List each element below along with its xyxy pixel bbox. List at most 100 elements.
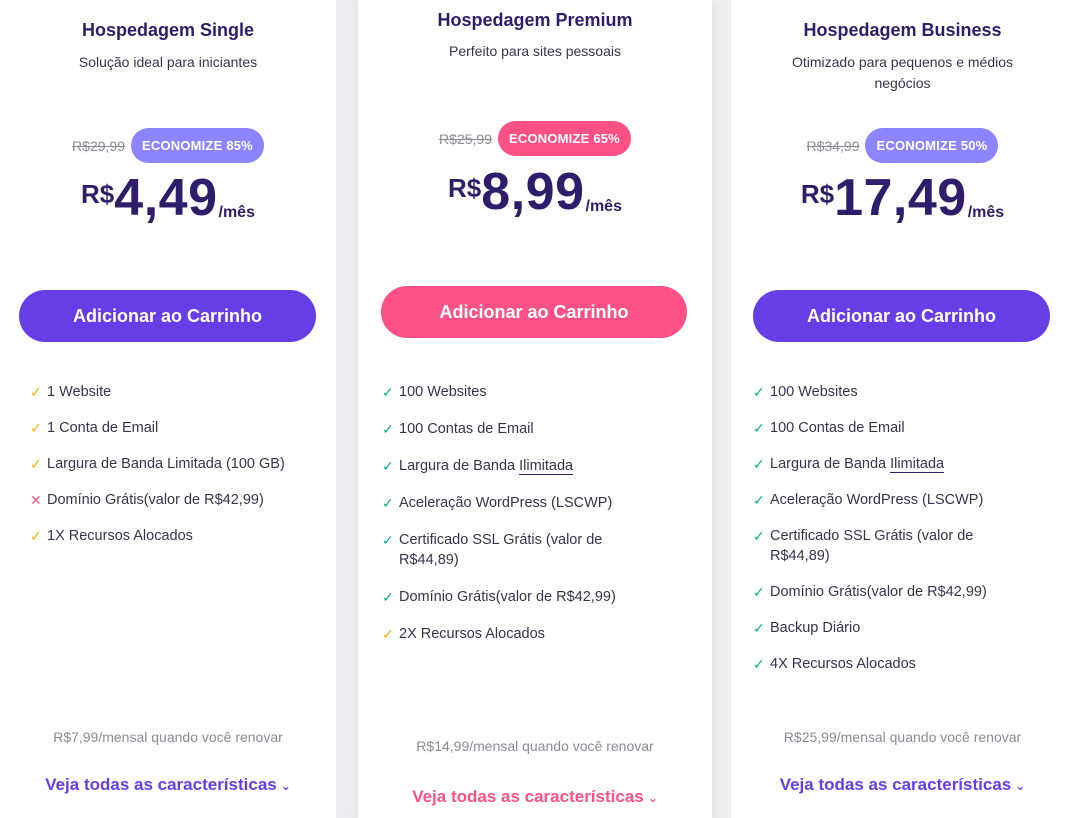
check-icon: ✓	[30, 456, 42, 472]
chevron-down-icon: ⌄	[647, 791, 658, 805]
price-period: /mês	[585, 198, 622, 215]
feature-text: Domínio Grátis(valor de R$42,99)	[399, 589, 616, 605]
price: R$ 8,99 /mês	[358, 166, 712, 218]
feature-item: ✓ 100 Websites	[753, 382, 1053, 402]
discount-row: R$29,99 ECONOMIZE 85%	[0, 128, 336, 163]
check-icon: ✓	[30, 420, 42, 436]
feature-text: 4X Recursos Alocados	[770, 656, 916, 672]
check-icon: ✓	[30, 384, 42, 400]
plan-subtitle: Solução ideal para iniciantes	[78, 54, 258, 70]
feature-item: ✕ Domínio Grátis(valor de R$42,99)	[30, 490, 325, 510]
feature-item: ✓ Largura de Banda Ilimitada	[753, 454, 1053, 474]
discount-row: R$34,99 ECONOMIZE 50%	[731, 128, 1074, 163]
discount-badge: ECONOMIZE 85%	[130, 128, 264, 163]
feature-item: ✓ 100 Contas de Email	[382, 419, 692, 439]
check-icon: ✓	[753, 456, 765, 472]
feature-item: ✓ Largura de Banda Limitada (100 GB)	[30, 454, 325, 474]
feature-text: Aceleração WordPress (LSCWP)	[399, 495, 613, 511]
see-all-features-link[interactable]: Veja todas as características ⌄	[731, 775, 1074, 795]
price-period: /mês	[218, 204, 255, 221]
feature-item: ✓ Backup Diário	[753, 618, 1053, 638]
check-icon: ✓	[30, 528, 42, 544]
feature-list: ✓ 1 Website ✓ 1 Conta de Email ✓ Largura de…	[30, 382, 325, 546]
plan-title: Hospedagem Premium	[437, 10, 633, 30]
feature-item: ✓ Aceleração WordPress (LSCWP)	[382, 493, 692, 513]
price: R$ 4,49 /mês	[0, 172, 336, 224]
feature-text-prefix: Largura de Banda	[770, 456, 891, 472]
feature-item: ✓ 1X Recursos Alocados	[30, 526, 325, 546]
add-to-cart-button[interactable]: Adicionar ao Carrinho	[753, 290, 1050, 342]
feature-list: ✓ 100 Websites ✓ 100 Contas de Email ✓ Larg…	[382, 382, 692, 644]
feature-text: Largura de Banda Ilimitada	[770, 454, 945, 474]
feature-text: Aceleração WordPress (LSCWP)	[770, 492, 984, 508]
discount-badge: ECONOMIZE 50%	[865, 128, 999, 163]
check-icon: ✓	[753, 384, 765, 400]
feature-item: ✓ 100 Contas de Email	[753, 418, 1053, 438]
check-icon: ✓	[753, 620, 765, 636]
plan-subtitle: Perfeito para sites pessoais	[449, 43, 621, 59]
price-currency: R$	[81, 179, 115, 209]
feature-text: Domínio Grátis(valor de R$42,99)	[47, 492, 264, 508]
feature-item: ✓ Certificado SSL Grátis (valor de R$44,8…	[753, 526, 1003, 566]
check-icon: ✓	[753, 420, 765, 436]
feature-item: ✓ Largura de Banda Ilimitada	[382, 456, 692, 476]
renewal-price: R$7,99/mensal quando você renovar	[53, 729, 283, 745]
check-icon: ✓	[753, 584, 765, 600]
plan-title: Hospedagem Business	[803, 20, 1002, 40]
feature-item: ✓ 1 Conta de Email	[30, 418, 325, 438]
chevron-down-icon: ⌄	[1015, 779, 1026, 793]
renewal-price: R$25,99/mensal quando você renovar	[783, 729, 1022, 745]
feature-text: 100 Contas de Email	[399, 421, 534, 437]
see-all-features-link[interactable]: Veja todas as características ⌄	[0, 775, 336, 795]
feature-list: ✓ 100 Websites ✓ 100 Contas de Email ✓ Larg…	[753, 382, 1053, 674]
add-to-cart-button[interactable]: Adicionar ao Carrinho	[381, 286, 687, 338]
discount-row: R$25,99 ECONOMIZE 65%	[358, 121, 712, 156]
price-amount: 8,99	[481, 163, 585, 221]
plan-card-premium: Hospedagem Premium Perfeito para sites p…	[358, 0, 712, 818]
add-to-cart-button[interactable]: Adicionar ao Carrinho	[19, 290, 316, 342]
feature-text: 100 Contas de Email	[770, 420, 905, 436]
check-icon: ✓	[382, 532, 394, 548]
check-icon: ✓	[382, 458, 394, 474]
feature-item: ✓ 100 Websites	[382, 382, 692, 402]
see-all-label: Veja todas as características	[779, 775, 1012, 794]
feature-item: ✓ Aceleração WordPress (LSCWP)	[753, 490, 1053, 510]
check-icon: ✓	[753, 528, 765, 544]
discount-badge: ECONOMIZE 65%	[497, 121, 631, 156]
feature-item: ✓ Domínio Grátis(valor de R$42,99)	[382, 587, 692, 607]
check-icon: ✓	[753, 656, 765, 672]
feature-text: 1 Website	[47, 384, 112, 400]
check-icon: ✓	[753, 492, 765, 508]
feature-item: ✓ Domínio Grátis(valor de R$42,99)	[753, 582, 1053, 602]
price-currency: R$	[800, 179, 835, 209]
check-icon: ✓	[382, 495, 394, 511]
chevron-down-icon: ⌄	[280, 779, 291, 793]
feature-text: 2X Recursos Alocados	[399, 626, 545, 642]
feature-text: 1 Conta de Email	[47, 420, 159, 436]
feature-text: Largura de Banda Limitada (100 GB)	[47, 456, 285, 472]
feature-text: 100 Websites	[770, 384, 858, 400]
old-price: R$29,99	[72, 137, 125, 154]
price-currency: R$	[448, 173, 482, 203]
price-amount: 4,49	[114, 169, 218, 227]
plan-card-business: Hospedagem Business Otimizado para peque…	[731, 0, 1074, 818]
check-icon: ✓	[382, 626, 394, 642]
feature-item: ✓ Certificado SSL Grátis (valor de R$44,8…	[382, 530, 632, 570]
price-period: /mês	[967, 204, 1005, 221]
feature-text: Certificado SSL Grátis (valor de R$44,89…	[770, 528, 974, 564]
unlimited-highlight: Ilimitada	[519, 458, 574, 475]
feature-text: 100 Websites	[399, 384, 487, 400]
price: R$ 17,49 /mês	[731, 172, 1074, 224]
see-all-label: Veja todas as características	[45, 775, 277, 794]
renewal-price: R$14,99/mensal quando você renovar	[416, 738, 654, 754]
plan-subtitle: Otimizado para pequenos e médios negócio…	[791, 54, 1014, 91]
feature-text: Certificado SSL Grátis (valor de R$44,89…	[399, 532, 603, 568]
feature-item: ✓ 4X Recursos Alocados	[753, 654, 1053, 674]
feature-text: Backup Diário	[770, 620, 861, 636]
cross-icon: ✕	[30, 492, 42, 508]
see-all-features-link[interactable]: Veja todas as características ⌄	[358, 787, 712, 807]
plan-title: Hospedagem Single	[81, 20, 255, 40]
check-icon: ✓	[382, 384, 394, 400]
old-price: R$34,99	[806, 137, 860, 154]
price-amount: 17,49	[834, 169, 967, 227]
